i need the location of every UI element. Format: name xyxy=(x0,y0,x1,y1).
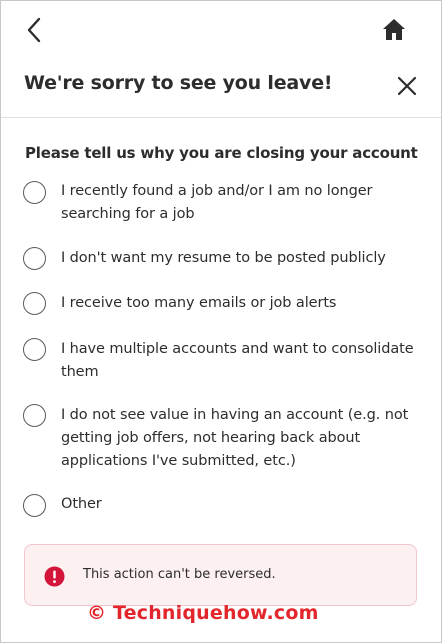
dialog-header: We're sorry to see you leave! xyxy=(1,59,441,118)
close-icon xyxy=(397,76,417,96)
radio-button[interactable] xyxy=(23,338,46,361)
radio-button[interactable] xyxy=(23,247,46,270)
close-button[interactable] xyxy=(395,74,419,98)
screen: We're sorry to see you leave! Please tel… xyxy=(0,0,442,643)
radio-button[interactable] xyxy=(23,494,46,517)
warning-banner: This action can't be reversed. xyxy=(24,544,417,606)
option-label: I do not see value in having an account … xyxy=(61,407,409,469)
question-label: Please tell us why you are closing your … xyxy=(25,144,418,162)
option-label: Other xyxy=(61,496,102,512)
home-icon xyxy=(383,19,405,40)
option-label: I receive too many emails or job alerts xyxy=(61,295,337,311)
radio-button[interactable] xyxy=(23,404,46,427)
option-label: I recently found a job and/or I am no lo… xyxy=(61,183,373,222)
home-button[interactable] xyxy=(379,16,409,44)
option-label: I have multiple accounts and want to con… xyxy=(61,341,414,380)
radio-button[interactable] xyxy=(23,181,46,204)
warning-text: This action can't be reversed. xyxy=(83,567,276,582)
watermark: © Techniquehow.com xyxy=(87,602,319,624)
top-navigation-bar xyxy=(1,1,441,59)
dialog-title: We're sorry to see you leave! xyxy=(24,72,333,94)
option-label: I don't want my resume to be posted publ… xyxy=(61,250,386,266)
radio-button[interactable] xyxy=(23,292,46,315)
alert-circle-icon xyxy=(44,566,65,587)
back-button[interactable] xyxy=(23,15,49,45)
chevron-left-icon xyxy=(27,17,41,43)
